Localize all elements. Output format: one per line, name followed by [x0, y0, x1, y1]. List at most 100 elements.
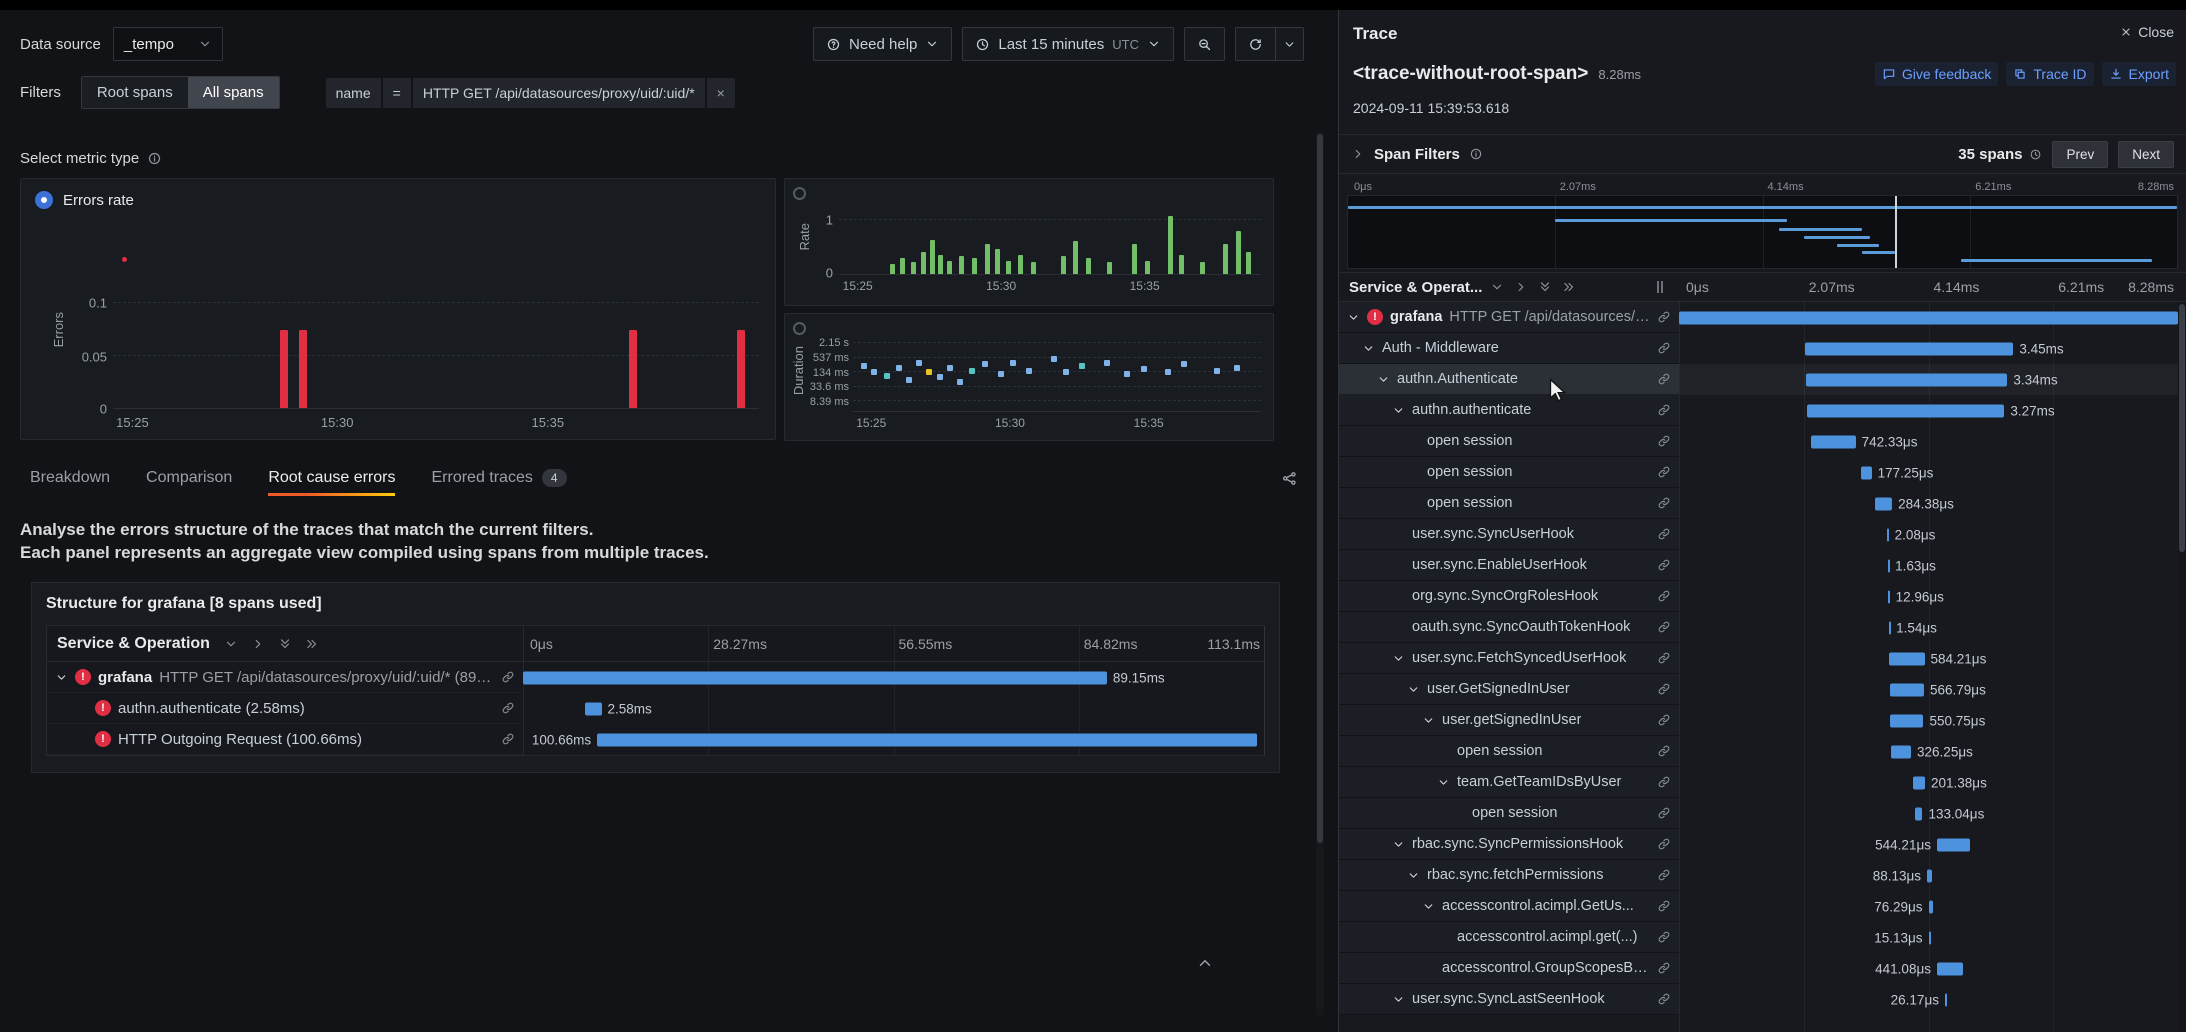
- span-link-icon[interactable]: [1657, 589, 1671, 603]
- errors-chart-plot[interactable]: [113, 251, 759, 409]
- share-icon[interactable]: [1281, 470, 1298, 487]
- span-name-cell[interactable]: ! grafana HTTP GET /api/datasources/pr...: [1339, 302, 1679, 333]
- span-link-icon[interactable]: [1657, 620, 1671, 634]
- trace-action-trace-id[interactable]: Trace ID: [2006, 62, 2094, 86]
- header-chevron-right-button[interactable]: [1514, 280, 1528, 294]
- span-link-icon[interactable]: [1657, 558, 1671, 572]
- header-double-right-button[interactable]: [1562, 280, 1576, 294]
- span-row[interactable]: rbac.sync.SyncPermissionsHook 544.21μs: [1339, 829, 2178, 860]
- span-name-cell[interactable]: user.sync.SyncUserHook: [1339, 519, 1679, 550]
- span-duration-bar[interactable]: [1889, 683, 1924, 696]
- span-duration-bar[interactable]: [597, 733, 1257, 746]
- tab-root-cause-errors[interactable]: Root cause errors: [268, 457, 396, 499]
- span-row[interactable]: accesscontrol.acimpl.get(...) 15.13μs: [1339, 922, 2178, 953]
- span-timeline[interactable]: 89.15ms: [523, 662, 1264, 693]
- span-name-cell[interactable]: user.sync.EnableUserHook: [1339, 550, 1679, 581]
- span-link-icon[interactable]: [1657, 682, 1671, 696]
- scope-option-root-spans[interactable]: Root spans: [81, 77, 188, 108]
- span-name-cell[interactable]: user.sync.SyncLastSeenHook: [1339, 984, 1679, 1015]
- tab-breakdown[interactable]: Breakdown: [30, 457, 110, 499]
- span-name-cell[interactable]: open session: [1339, 488, 1679, 519]
- data-source-picker[interactable]: _tempo: [112, 27, 223, 61]
- scrollbar-thumb[interactable]: [2179, 304, 2185, 553]
- span-duration-bar[interactable]: [1914, 807, 1923, 820]
- prev-span-button[interactable]: Prev: [2052, 140, 2109, 168]
- span-link-icon[interactable]: [1657, 465, 1671, 479]
- span-duration-bar[interactable]: [1887, 528, 1890, 541]
- header-chevron-down-button[interactable]: [1490, 280, 1504, 294]
- zoom-out-button[interactable]: [1184, 27, 1225, 61]
- chevron-down-icon[interactable]: [1422, 714, 1435, 727]
- time-range-picker[interactable]: Last 15 minutes UTC: [962, 27, 1174, 61]
- span-row[interactable]: user.sync.FetchSyncedUserHook 584.21μs: [1339, 643, 2178, 674]
- chevron-down-icon[interactable]: [1377, 373, 1390, 386]
- trace-minimap[interactable]: [1347, 195, 2178, 269]
- span-duration-bar[interactable]: [1928, 900, 1933, 913]
- chevron-down-icon[interactable]: [1392, 404, 1405, 417]
- span-duration-bar[interactable]: [1936, 962, 1964, 975]
- span-name-cell[interactable]: user.getSignedInUser: [1339, 705, 1679, 736]
- span-duration-bar[interactable]: [1928, 931, 1931, 944]
- span-duration-bar[interactable]: [1891, 745, 1912, 758]
- span-duration-bar[interactable]: [1936, 838, 1970, 851]
- span-link-icon[interactable]: [1657, 806, 1671, 820]
- span-row[interactable]: team.GetTeamIDsByUser 201.38μs: [1339, 767, 2178, 798]
- span-duration-bar[interactable]: [1888, 590, 1891, 603]
- tab-comparison[interactable]: Comparison: [146, 457, 232, 499]
- span-duration-bar[interactable]: [1874, 497, 1893, 510]
- span-name-cell[interactable]: accesscontrol.GroupScopesBy...: [1339, 953, 1679, 984]
- span-name-cell[interactable]: user.sync.FetchSyncedUserHook: [1339, 643, 1679, 674]
- info-icon[interactable]: [1469, 147, 1483, 161]
- span-row[interactable]: user.getSignedInUser 550.75μs: [1339, 705, 2178, 736]
- header-chevron-down-button[interactable]: [224, 637, 238, 651]
- span-duration-bar[interactable]: [1807, 404, 2005, 417]
- span-duration-bar[interactable]: [1806, 373, 2008, 386]
- span-row[interactable]: open session 133.04μs: [1339, 798, 2178, 829]
- span-link-icon[interactable]: [1657, 341, 1671, 355]
- span-row[interactable]: rbac.sync.fetchPermissions 88.13μs: [1339, 860, 2178, 891]
- span-row[interactable]: authn.authenticate 3.27ms: [1339, 395, 2178, 426]
- span-row[interactable]: open session 284.38μs: [1339, 488, 2178, 519]
- filter-key[interactable]: name: [325, 77, 381, 108]
- span-link-icon[interactable]: [1657, 527, 1671, 541]
- span-name-cell[interactable]: ! authn.authenticate (2.58ms): [47, 693, 523, 724]
- span-link-icon[interactable]: [1657, 837, 1671, 851]
- chevron-down-icon[interactable]: [1347, 311, 1360, 324]
- span-name-cell[interactable]: user.GetSignedInUser: [1339, 674, 1679, 705]
- chevron-down-icon[interactable]: [1392, 652, 1405, 665]
- span-duration-bar[interactable]: [1889, 652, 1925, 665]
- column-resize-handle[interactable]: [1657, 281, 1663, 293]
- filter-value[interactable]: HTTP GET /api/datasources/proxy/uid/:uid…: [412, 77, 705, 108]
- span-row[interactable]: user.sync.SyncLastSeenHook 26.17μs: [1339, 984, 2178, 1015]
- header-chevron-right-button[interactable]: [251, 637, 265, 651]
- span-name-cell[interactable]: Auth - Middleware: [1339, 333, 1679, 364]
- chevron-down-icon[interactable]: [1437, 776, 1450, 789]
- refresh-button[interactable]: [1235, 27, 1276, 61]
- trace-action-give-feedback[interactable]: Give feedback: [1874, 62, 1999, 86]
- span-row[interactable]: ! grafana HTTP GET /api/datasources/proxy/…: [47, 662, 1264, 693]
- filter-operator[interactable]: =: [382, 77, 411, 108]
- duration-chart-plot[interactable]: [853, 330, 1261, 412]
- scrollbar-thumb[interactable]: [1317, 134, 1323, 843]
- span-name-cell[interactable]: rbac.sync.fetchPermissions: [1339, 860, 1679, 891]
- info-icon[interactable]: [147, 151, 162, 166]
- span-name-cell[interactable]: authn.authenticate: [1339, 395, 1679, 426]
- tab-errored-traces[interactable]: Errored traces 4: [431, 457, 567, 499]
- span-name-cell[interactable]: open session: [1339, 736, 1679, 767]
- span-row[interactable]: Auth - Middleware 3.45ms: [1339, 333, 2178, 364]
- span-link-icon[interactable]: [1657, 899, 1671, 913]
- span-link-icon[interactable]: [1657, 434, 1671, 448]
- header-double-right-button[interactable]: [305, 637, 319, 651]
- span-duration-bar[interactable]: [1888, 621, 1891, 634]
- span-row[interactable]: open session 742.33μs: [1339, 426, 2178, 457]
- chevron-down-icon[interactable]: [55, 671, 68, 684]
- span-row[interactable]: ! grafana HTTP GET /api/datasources/pr...: [1339, 302, 2178, 333]
- span-link-icon[interactable]: [1657, 403, 1671, 417]
- span-link-icon[interactable]: [1657, 930, 1671, 944]
- metric-radio-errors-rate[interactable]: Errors rate: [35, 191, 134, 209]
- span-name-cell[interactable]: oauth.sync.SyncOauthTokenHook: [1339, 612, 1679, 643]
- span-name-cell[interactable]: rbac.sync.SyncPermissionsHook: [1339, 829, 1679, 860]
- span-duration-bar[interactable]: [1679, 311, 2178, 324]
- need-help-button[interactable]: Need help: [812, 27, 953, 61]
- span-link-icon[interactable]: [501, 701, 515, 715]
